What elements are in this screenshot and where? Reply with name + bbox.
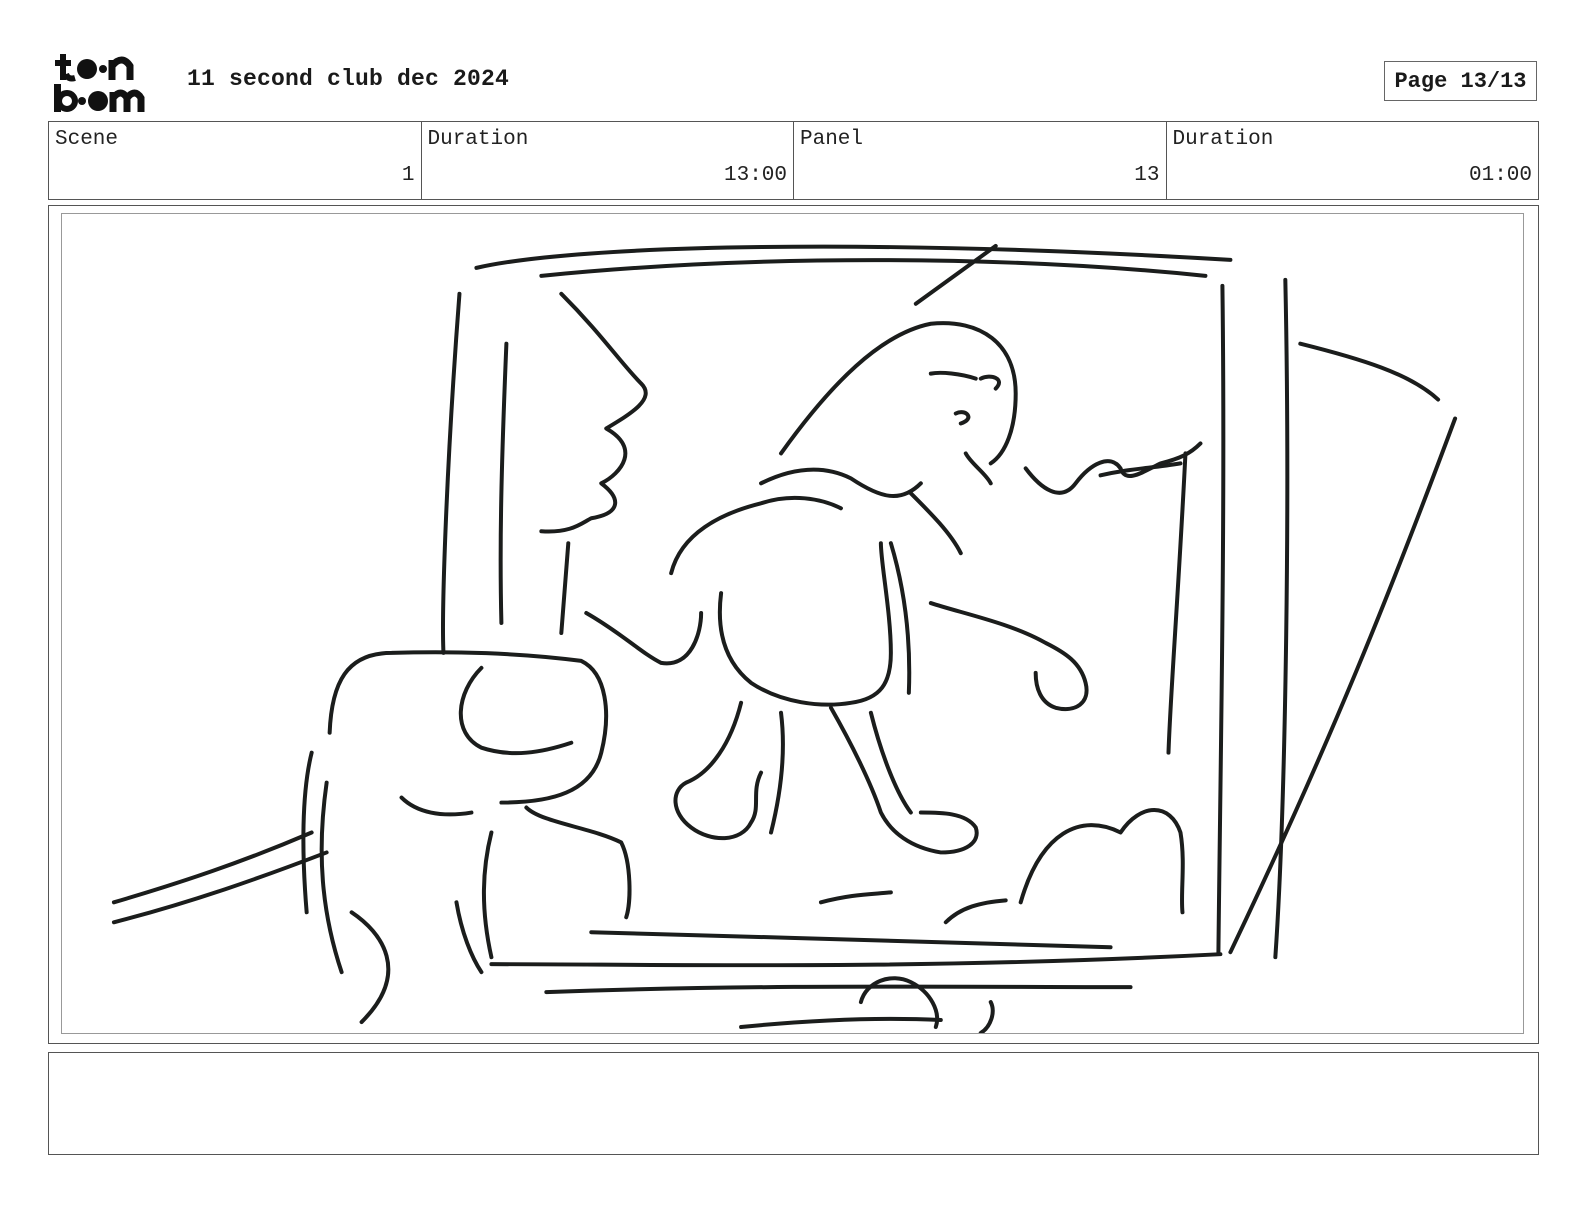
panel-label: Panel <box>800 128 864 151</box>
panel-info-row: Scene 1 Duration 13:00 Panel 13 Duration… <box>48 121 1539 200</box>
panel-cell: Panel 13 <box>794 122 1167 199</box>
storyboard-sketch <box>111 243 1458 1033</box>
storyboard-panel-frame <box>48 205 1539 1044</box>
scene-duration-cell: Duration 13:00 <box>422 122 794 199</box>
panel-value: 13 <box>1134 164 1160 187</box>
panel-duration-cell: Duration 01:00 <box>1167 122 1539 199</box>
panel-duration-label: Duration <box>1172 128 1274 151</box>
page-indicator: Page 13/13 <box>1384 61 1537 101</box>
storyboard-panel <box>61 213 1524 1034</box>
scene-duration-value: 13:00 <box>723 164 787 187</box>
scene-duration-label: Duration <box>427 128 529 151</box>
scene-label: Scene <box>55 128 119 151</box>
panel-duration-value: 01:00 <box>1468 164 1532 187</box>
document-title: 11 second club dec 2024 <box>187 66 510 92</box>
scene-cell: Scene 1 <box>49 122 422 199</box>
toon-boom-logo <box>54 54 145 112</box>
scene-value: 1 <box>401 164 415 187</box>
panel-notes-box <box>48 1052 1539 1155</box>
